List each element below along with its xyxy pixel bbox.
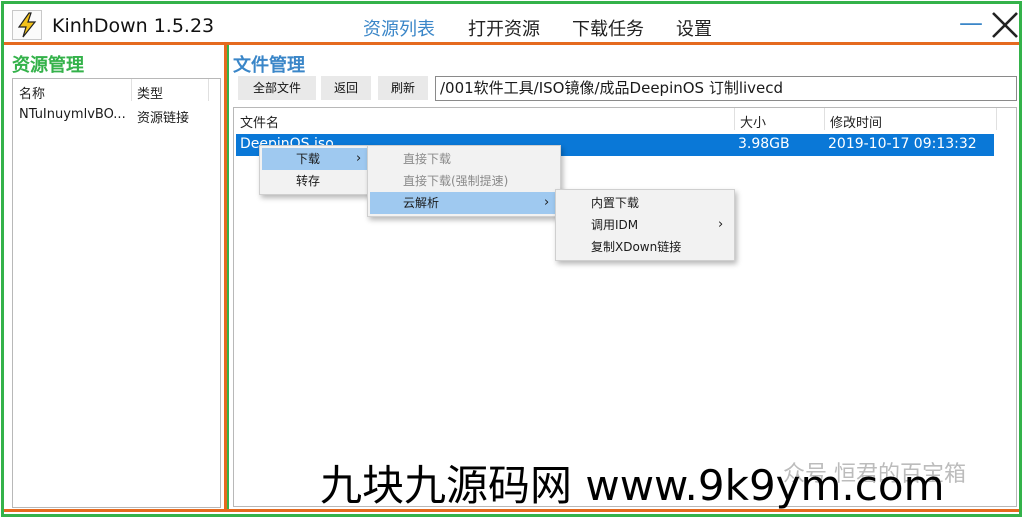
menu-item-label: 云解析	[403, 196, 440, 210]
resource-panel-heading: 资源管理	[12, 55, 84, 76]
divider	[131, 79, 132, 101]
column-header-filename[interactable]: 文件名	[240, 112, 279, 131]
menu-item-copy-xdown-link[interactable]: 复制XDown链接	[558, 236, 732, 258]
back-button[interactable]: 返回	[321, 76, 371, 100]
refresh-button[interactable]: 刷新	[378, 76, 428, 100]
context-menu: 下载 › 转存	[259, 145, 371, 195]
menu-item-builtin-download[interactable]: 内置下载	[558, 192, 732, 214]
column-header-name[interactable]: 名称	[19, 83, 45, 102]
menu-item-download[interactable]: 下载 ›	[262, 148, 368, 170]
menu-item-label: 转存	[296, 174, 321, 188]
chevron-right-icon: ›	[544, 195, 550, 210]
file-panel: 文件管理 全部文件 返回 刷新 /001软件工具/ISO镜像/成品DeepinO…	[229, 45, 1019, 509]
column-header-size[interactable]: 大小	[740, 112, 766, 131]
chevron-right-icon: ›	[356, 151, 362, 166]
tab-download-tasks[interactable]: 下载任务	[572, 15, 644, 41]
cloud-parse-submenu: 内置下载 调用IDM › 复制XDown链接	[555, 189, 735, 261]
download-submenu: 直接下载 直接下载(强制提速) 云解析 ›	[367, 145, 561, 217]
tab-open-resource[interactable]: 打开资源	[468, 15, 540, 41]
close-icon	[992, 12, 1018, 38]
column-header-type[interactable]: 类型	[137, 83, 163, 102]
divider	[824, 108, 825, 130]
title-bar: KinhDown 1.5.23 资源列表 打开资源 下载任务 设置 —	[4, 4, 1019, 42]
tab-resource-list[interactable]: 资源列表	[363, 15, 435, 41]
menu-item-save[interactable]: 转存	[262, 170, 368, 192]
list-item[interactable]: NTuInuymlvBO... 资源链接	[13, 105, 220, 127]
menu-item-label: 下载	[296, 152, 321, 166]
menu-item-label: 调用IDM	[591, 218, 639, 232]
menu-item-label: 直接下载	[403, 152, 452, 166]
divider	[734, 108, 735, 130]
minimize-button[interactable]: —	[959, 8, 983, 38]
chevron-right-icon: ›	[718, 217, 724, 232]
menu-item-direct-download[interactable]: 直接下载	[370, 148, 558, 170]
menu-item-cloud-parse[interactable]: 云解析 ›	[370, 192, 558, 214]
menu-item-label: 复制XDown链接	[591, 240, 682, 254]
all-files-button[interactable]: 全部文件	[238, 76, 316, 100]
app-title: KinhDown 1.5.23	[52, 15, 215, 37]
watermark: 九块九源码网 www.9k9ym.com	[320, 461, 945, 510]
menu-item-direct-download-boost[interactable]: 直接下载(强制提速)	[370, 170, 558, 192]
divider	[996, 108, 997, 130]
menu-item-label: 直接下载(强制提速)	[403, 174, 509, 188]
file-panel-heading: 文件管理	[233, 55, 305, 76]
resource-name: NTuInuymlvBO...	[19, 107, 126, 122]
lightning-icon	[12, 10, 42, 40]
tab-settings[interactable]: 设置	[676, 15, 712, 41]
file-size: 3.98GB	[738, 136, 790, 152]
file-modified: 2019-10-17 09:13:32	[828, 136, 977, 152]
menu-item-label: 内置下载	[591, 196, 640, 210]
resource-type: 资源链接	[137, 111, 190, 126]
column-header-modified[interactable]: 修改时间	[830, 112, 882, 131]
menu-item-call-idm[interactable]: 调用IDM ›	[558, 214, 732, 236]
path-input[interactable]: /001软件工具/ISO镜像/成品DeepinOS 订制livecd	[435, 76, 1017, 101]
resource-list[interactable]: 名称 类型 NTuInuymlvBO... 资源链接	[12, 78, 221, 508]
close-button[interactable]	[990, 10, 1022, 42]
divider	[208, 79, 209, 101]
